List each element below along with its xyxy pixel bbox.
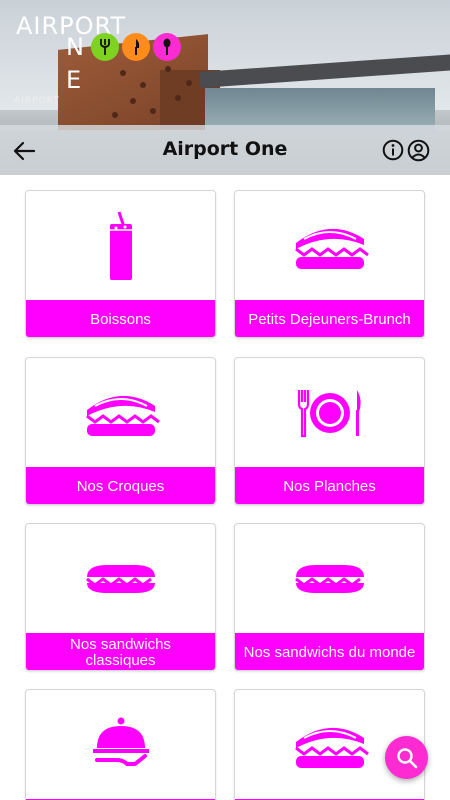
- baguette-icon: [294, 565, 364, 593]
- category-label: Nos Croques: [26, 467, 215, 504]
- logo-letter-e: E: [66, 66, 82, 94]
- search-fab-button[interactable]: [385, 736, 428, 779]
- category-label: Nos sandwichs du monde: [235, 633, 424, 670]
- category-card-sandwichs-du-monde[interactable]: Nos sandwichs du monde: [234, 523, 425, 671]
- search-icon: [396, 747, 417, 768]
- category-card-nos-planches[interactable]: Nos Planches: [234, 357, 425, 505]
- category-grid: Boissons Petits Dejeuners-Brunch Nos Cro…: [0, 175, 450, 800]
- fork-icon: [91, 33, 119, 61]
- category-label: Nos sandwichs classiques: [26, 633, 215, 670]
- logo-one-row: N: [66, 33, 181, 61]
- sandwich-icon: [294, 228, 369, 269]
- spoon-icon: [153, 33, 181, 61]
- cloche-serving-icon: [92, 717, 149, 766]
- category-card-sandwichs-classiques[interactable]: Nos sandwichs classiques: [25, 523, 216, 671]
- account-circle-icon: [407, 139, 430, 162]
- sandwich-icon: [294, 727, 369, 768]
- sandwich-icon: [85, 395, 160, 436]
- category-card-nos-croques[interactable]: Nos Croques: [25, 357, 216, 505]
- info-button[interactable]: [382, 139, 404, 161]
- category-label: Nos Planches: [235, 467, 424, 504]
- knife-icon: [122, 33, 150, 61]
- account-button[interactable]: [407, 139, 430, 162]
- category-label: Boissons: [26, 300, 215, 337]
- category-card-petits-dejeuners[interactable]: Petits Dejeuners-Brunch: [234, 190, 425, 338]
- building-sign-logo: AIRPORT: [14, 96, 60, 106]
- drink-glass-icon: [109, 211, 132, 280]
- plate-cutlery-icon: [297, 390, 361, 438]
- category-card-7[interactable]: [25, 689, 216, 800]
- baguette-icon: [85, 565, 155, 593]
- logo-letter-n: N: [66, 33, 84, 61]
- category-label: Petits Dejeuners-Brunch: [235, 300, 424, 337]
- info-icon: [382, 139, 404, 161]
- category-card-boissons[interactable]: Boissons: [25, 190, 216, 338]
